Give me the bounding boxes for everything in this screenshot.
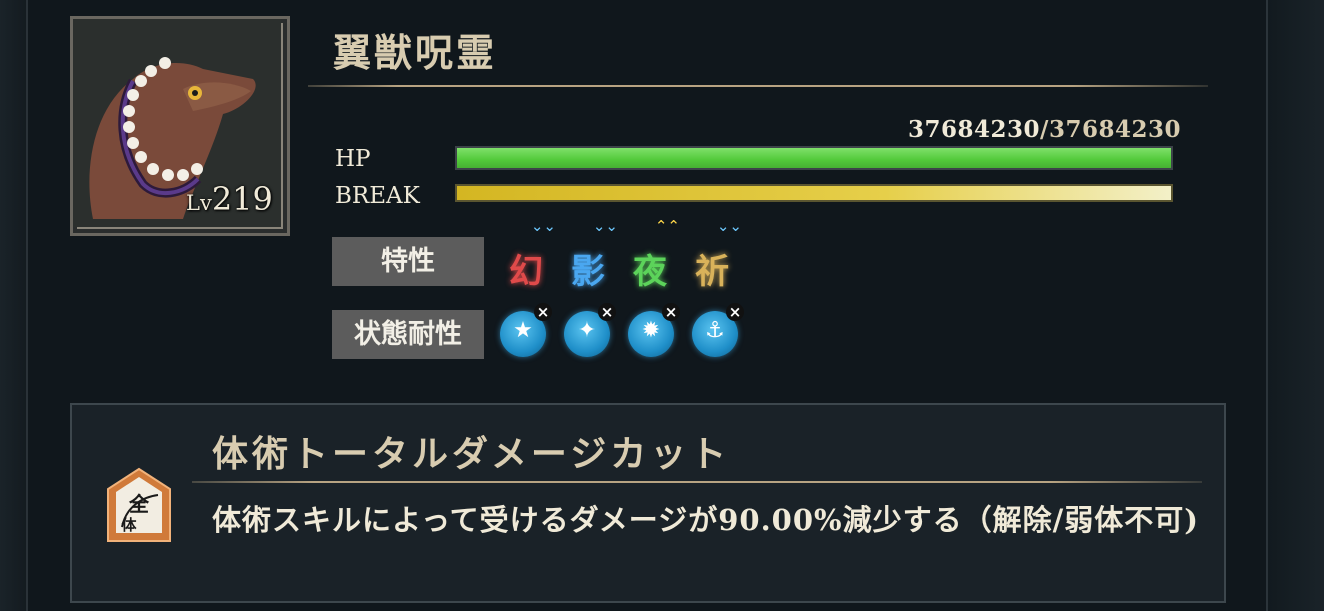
name-divider bbox=[308, 85, 1208, 87]
level-value: 219 bbox=[211, 180, 273, 218]
break-bar-fill bbox=[457, 186, 1171, 200]
hp-bar-fill bbox=[457, 148, 1171, 168]
resist-symbol: ✦ bbox=[577, 318, 597, 343]
immune-x-icon: × bbox=[662, 303, 680, 321]
shadow-trait-icon[interactable]: 影 ⌄⌄ bbox=[562, 219, 618, 293]
level-prefix: Lv bbox=[186, 191, 212, 215]
badge-top-text: 全 bbox=[128, 492, 150, 516]
trait-glyph: 祈 bbox=[695, 252, 729, 292]
resist-symbol: ⚓ bbox=[705, 318, 725, 343]
immune-x-icon: × bbox=[598, 303, 616, 321]
night-trait-icon[interactable]: 夜 ⌃⌃ bbox=[624, 219, 680, 293]
hp-bar bbox=[455, 146, 1173, 170]
enemy-name: 翼獣呪霊 bbox=[333, 30, 498, 75]
resist-symbol: ✹ bbox=[641, 318, 661, 343]
skill-title: 体術トータルダメージカット bbox=[212, 433, 731, 475]
trait-level-marker: ⌃⌃ bbox=[654, 217, 680, 235]
immune-x-icon: × bbox=[726, 303, 744, 321]
trait-level-marker: ⌄⌄ bbox=[592, 217, 618, 235]
hp-max: 37684230 bbox=[1048, 116, 1181, 143]
poison-resist-icon[interactable]: ✹ × bbox=[628, 303, 680, 357]
skill-divider bbox=[192, 481, 1202, 483]
resist-symbol: ★ bbox=[513, 318, 533, 343]
skill-description: 体術スキルによって受けるダメージが90.00%減少する（解除/弱体不可) bbox=[212, 503, 1199, 537]
break-bar bbox=[455, 184, 1173, 202]
stun-resist-icon[interactable]: ★ × bbox=[500, 303, 552, 357]
skill-panel[interactable]: 全 体 体術トータルダメージカット 体術スキルによって受けるダメージが90.00… bbox=[70, 403, 1226, 603]
badge-bottom-text: 体 bbox=[121, 516, 137, 534]
hp-label: HP bbox=[335, 146, 371, 172]
immune-x-icon: × bbox=[534, 303, 552, 321]
all-target-badge-icon: 全 体 bbox=[106, 467, 172, 549]
right-frame bbox=[1266, 0, 1324, 611]
left-frame bbox=[0, 0, 28, 611]
hp-separator: / bbox=[1040, 116, 1049, 143]
hp-current: 37684230 bbox=[908, 116, 1041, 143]
break-label: BREAK bbox=[335, 183, 420, 209]
traits-label: 特性 bbox=[332, 237, 484, 286]
trait-level-marker: ⌄⌄ bbox=[530, 217, 556, 235]
hp-value: 37684230/37684230 bbox=[908, 116, 1181, 143]
prayer-trait-icon[interactable]: 祈 ⌄⌄ bbox=[686, 219, 742, 293]
trait-glyph: 幻 bbox=[509, 252, 543, 292]
trait-level-marker: ⌄⌄ bbox=[716, 217, 742, 235]
trait-glyph: 夜 bbox=[633, 252, 667, 292]
enemy-level: Lv219 bbox=[186, 180, 273, 218]
trait-glyph: 影 bbox=[571, 252, 605, 292]
bind-resist-icon[interactable]: ⚓ × bbox=[692, 303, 744, 357]
status-resist-label: 状態耐性 bbox=[332, 310, 484, 359]
illusion-trait-icon[interactable]: 幻 ⌄⌄ bbox=[500, 219, 556, 293]
confuse-resist-icon[interactable]: ✦ × bbox=[564, 303, 616, 357]
